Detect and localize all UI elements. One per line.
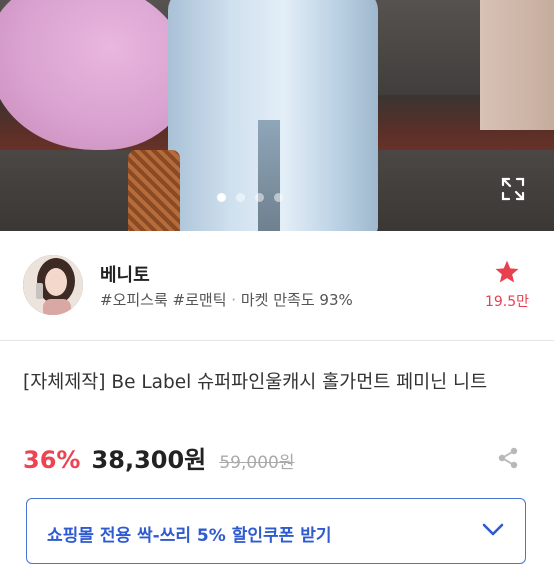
carousel-dot[interactable] <box>274 193 283 202</box>
sale-price: 38,300원 <box>91 446 207 474</box>
share-icon[interactable] <box>496 446 520 470</box>
expand-icon[interactable] <box>500 176 526 202</box>
pink-sweater <box>0 0 190 150</box>
jeans-shadow <box>258 120 280 231</box>
favorite-count: 19.5만 <box>484 294 530 310</box>
seller-info: #오피스룩 #로맨틱 · 마켓 만족도 93% <box>100 289 353 310</box>
seller-section[interactable]: 베니토 #오피스룩 #로맨틱 · 마켓 만족도 93% 19.5만 <box>0 231 554 341</box>
woven-bag <box>128 150 180 231</box>
seller-name[interactable]: 베니토 <box>100 261 150 287</box>
separator: · <box>231 291 237 309</box>
star-icon <box>484 259 530 285</box>
chevron-down-icon[interactable] <box>482 522 504 538</box>
carousel-indicator[interactable] <box>217 193 283 202</box>
product-title: [자체제작] Be Label 슈퍼파인울캐시 홀가먼트 페미닌 니트 <box>23 372 488 393</box>
coupon-label[interactable]: 쇼핑몰 전용 싹-쓰리 5% 할인쿠폰 받기 <box>47 521 331 546</box>
market-satisfaction: 마켓 만족도 93% <box>240 291 353 309</box>
price-row: 36% 38,300원 59,000원 <box>23 440 294 475</box>
original-price: 59,000원 <box>219 453 295 473</box>
favorite-button[interactable]: 19.5만 <box>484 259 530 311</box>
avatar[interactable] <box>23 255 83 315</box>
discount-rate: 36% <box>23 446 81 474</box>
section-divider <box>0 340 554 341</box>
second-person <box>480 0 554 130</box>
carousel-dot[interactable] <box>236 193 245 202</box>
carousel-dot[interactable] <box>255 193 264 202</box>
coupon-banner[interactable]: 쇼핑몰 전용 싹-쓰리 5% 할인쿠폰 받기 <box>26 498 526 564</box>
carousel-dot[interactable] <box>217 193 226 202</box>
seller-tags[interactable]: #오피스룩 #로맨틱 <box>100 291 227 309</box>
product-image[interactable] <box>0 0 554 231</box>
